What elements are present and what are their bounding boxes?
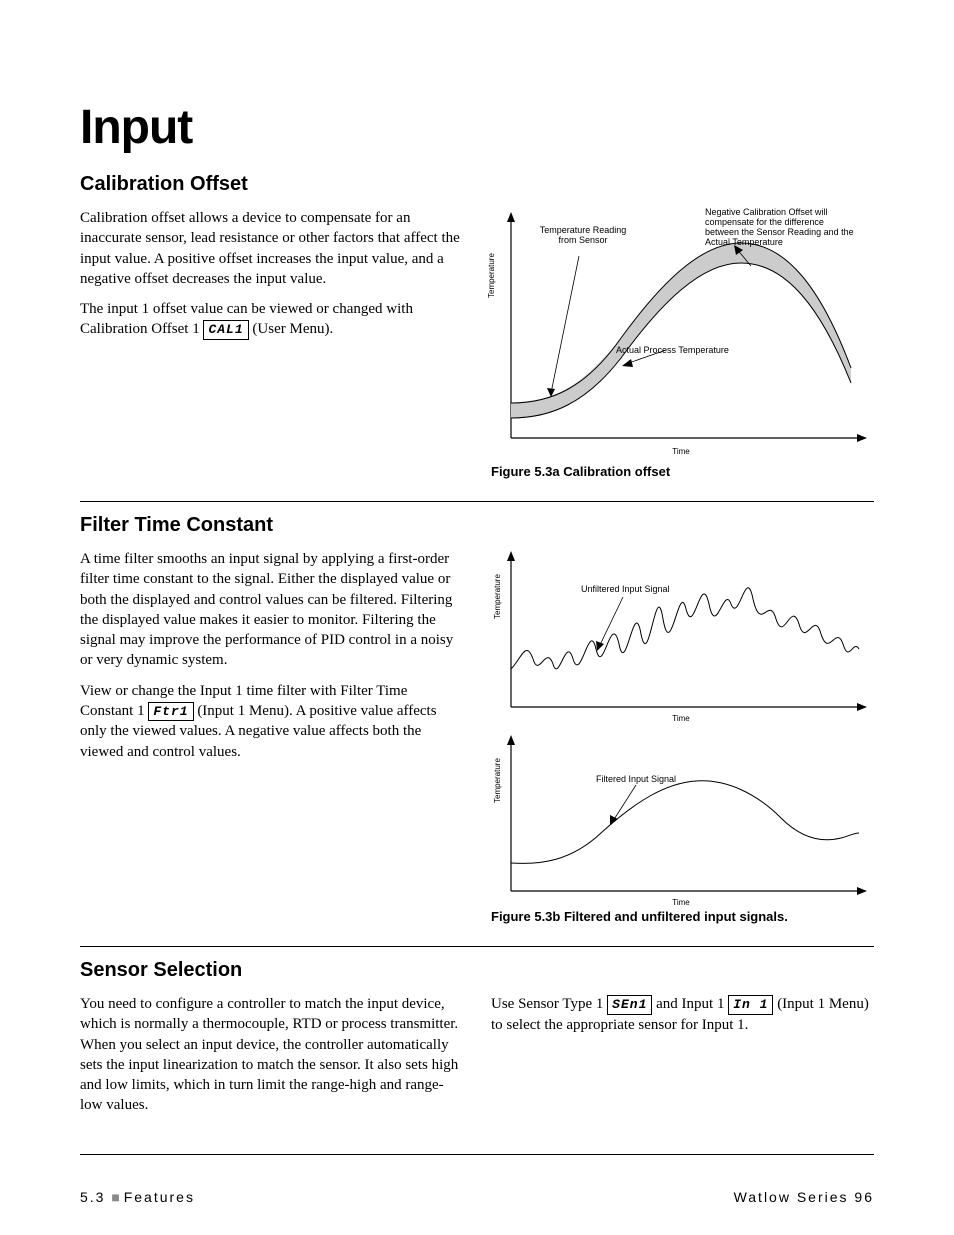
heading-calibration-offset: Calibration Offset xyxy=(80,173,874,196)
page-title: Input xyxy=(80,100,874,155)
axis-y-label-b2: Temperature xyxy=(493,758,502,803)
footer-section: Features xyxy=(124,1189,195,1205)
sensor-row: You need to configure a controller to ma… xyxy=(80,994,874,1126)
sensor-left-p: You need to configure a controller to ma… xyxy=(80,994,463,1116)
divider-end xyxy=(80,1154,874,1155)
label-neg-offset: Negative Calibration Offset will compens… xyxy=(705,208,855,248)
panel-filtered: Filtered Input Signal Temperature Time xyxy=(491,733,871,903)
filtered-svg xyxy=(491,733,871,903)
param-sen1: SEn1 xyxy=(607,995,652,1015)
sensor-right-p: Use Sensor Type 1 SEn1 and Input 1 In 1 … xyxy=(491,994,874,1035)
figure-5-3b: Unfiltered Input Signal Temperature Time xyxy=(491,549,871,903)
sensor-right: Use Sensor Type 1 SEn1 and Input 1 In 1 … xyxy=(491,994,874,1126)
heading-sensor-selection: Sensor Selection xyxy=(80,959,874,982)
axis-x-label-a: Time xyxy=(672,447,689,456)
sensor-right-a: Use Sensor Type 1 xyxy=(491,996,607,1012)
label-actual-temp: Actual Process Temperature xyxy=(616,346,766,356)
footer-right: Watlow Series 96 xyxy=(734,1189,874,1205)
page-footer: 5.3 ■ Features Watlow Series 96 xyxy=(80,1189,874,1205)
param-in1: In 1 xyxy=(728,995,773,1015)
divider-2 xyxy=(80,946,874,947)
sensor-left: You need to configure a controller to ma… xyxy=(80,994,463,1126)
label-unfiltered: Unfiltered Input Signal xyxy=(581,585,670,595)
axis-x-label-b1: Time xyxy=(672,714,689,723)
axis-x-label-b2: Time xyxy=(672,898,689,907)
axis-y-label-b1: Temperature xyxy=(493,574,502,619)
calibration-p1: Calibration offset allows a device to co… xyxy=(80,208,463,289)
calibration-p2b: (User Menu). xyxy=(252,321,333,337)
footer-square-icon: ■ xyxy=(111,1189,123,1205)
calibration-p2: The input 1 offset value can be viewed o… xyxy=(80,299,463,340)
filter-p1: A time filter smooths an input signal by… xyxy=(80,549,463,671)
label-filtered: Filtered Input Signal xyxy=(596,775,676,785)
param-ftr1: Ftr1 xyxy=(148,702,193,722)
calibration-row: Calibration offset allows a device to co… xyxy=(80,208,874,479)
axis-y-label-a: Temperature xyxy=(487,253,496,298)
footer-left: 5.3 ■ Features xyxy=(80,1189,195,1205)
sensor-right-b: and Input 1 xyxy=(656,996,728,1012)
divider-1 xyxy=(80,501,874,502)
unfiltered-svg xyxy=(491,549,871,719)
param-cal1: CAL1 xyxy=(203,320,248,340)
caption-5-3a: Figure 5.3a Calibration offset xyxy=(491,464,874,479)
label-temp-reading: Temperature Reading from Sensor xyxy=(533,226,633,246)
heading-filter-time: Filter Time Constant xyxy=(80,514,874,537)
filter-p2: View or change the Input 1 time filter w… xyxy=(80,681,463,762)
figure-5-3a: Temperature Reading from Sensor Negative… xyxy=(491,208,871,458)
filter-text: A time filter smooths an input signal by… xyxy=(80,549,463,772)
filter-figure-wrap: Unfiltered Input Signal Temperature Time xyxy=(491,549,874,924)
caption-5-3b: Figure 5.3b Filtered and unfiltered inpu… xyxy=(491,909,874,924)
calibration-text: Calibration offset allows a device to co… xyxy=(80,208,463,350)
filter-row: A time filter smooths an input signal by… xyxy=(80,549,874,924)
footer-page: 5.3 xyxy=(80,1189,105,1205)
calibration-figure-wrap: Temperature Reading from Sensor Negative… xyxy=(491,208,874,479)
panel-unfiltered: Unfiltered Input Signal Temperature Time xyxy=(491,549,871,719)
